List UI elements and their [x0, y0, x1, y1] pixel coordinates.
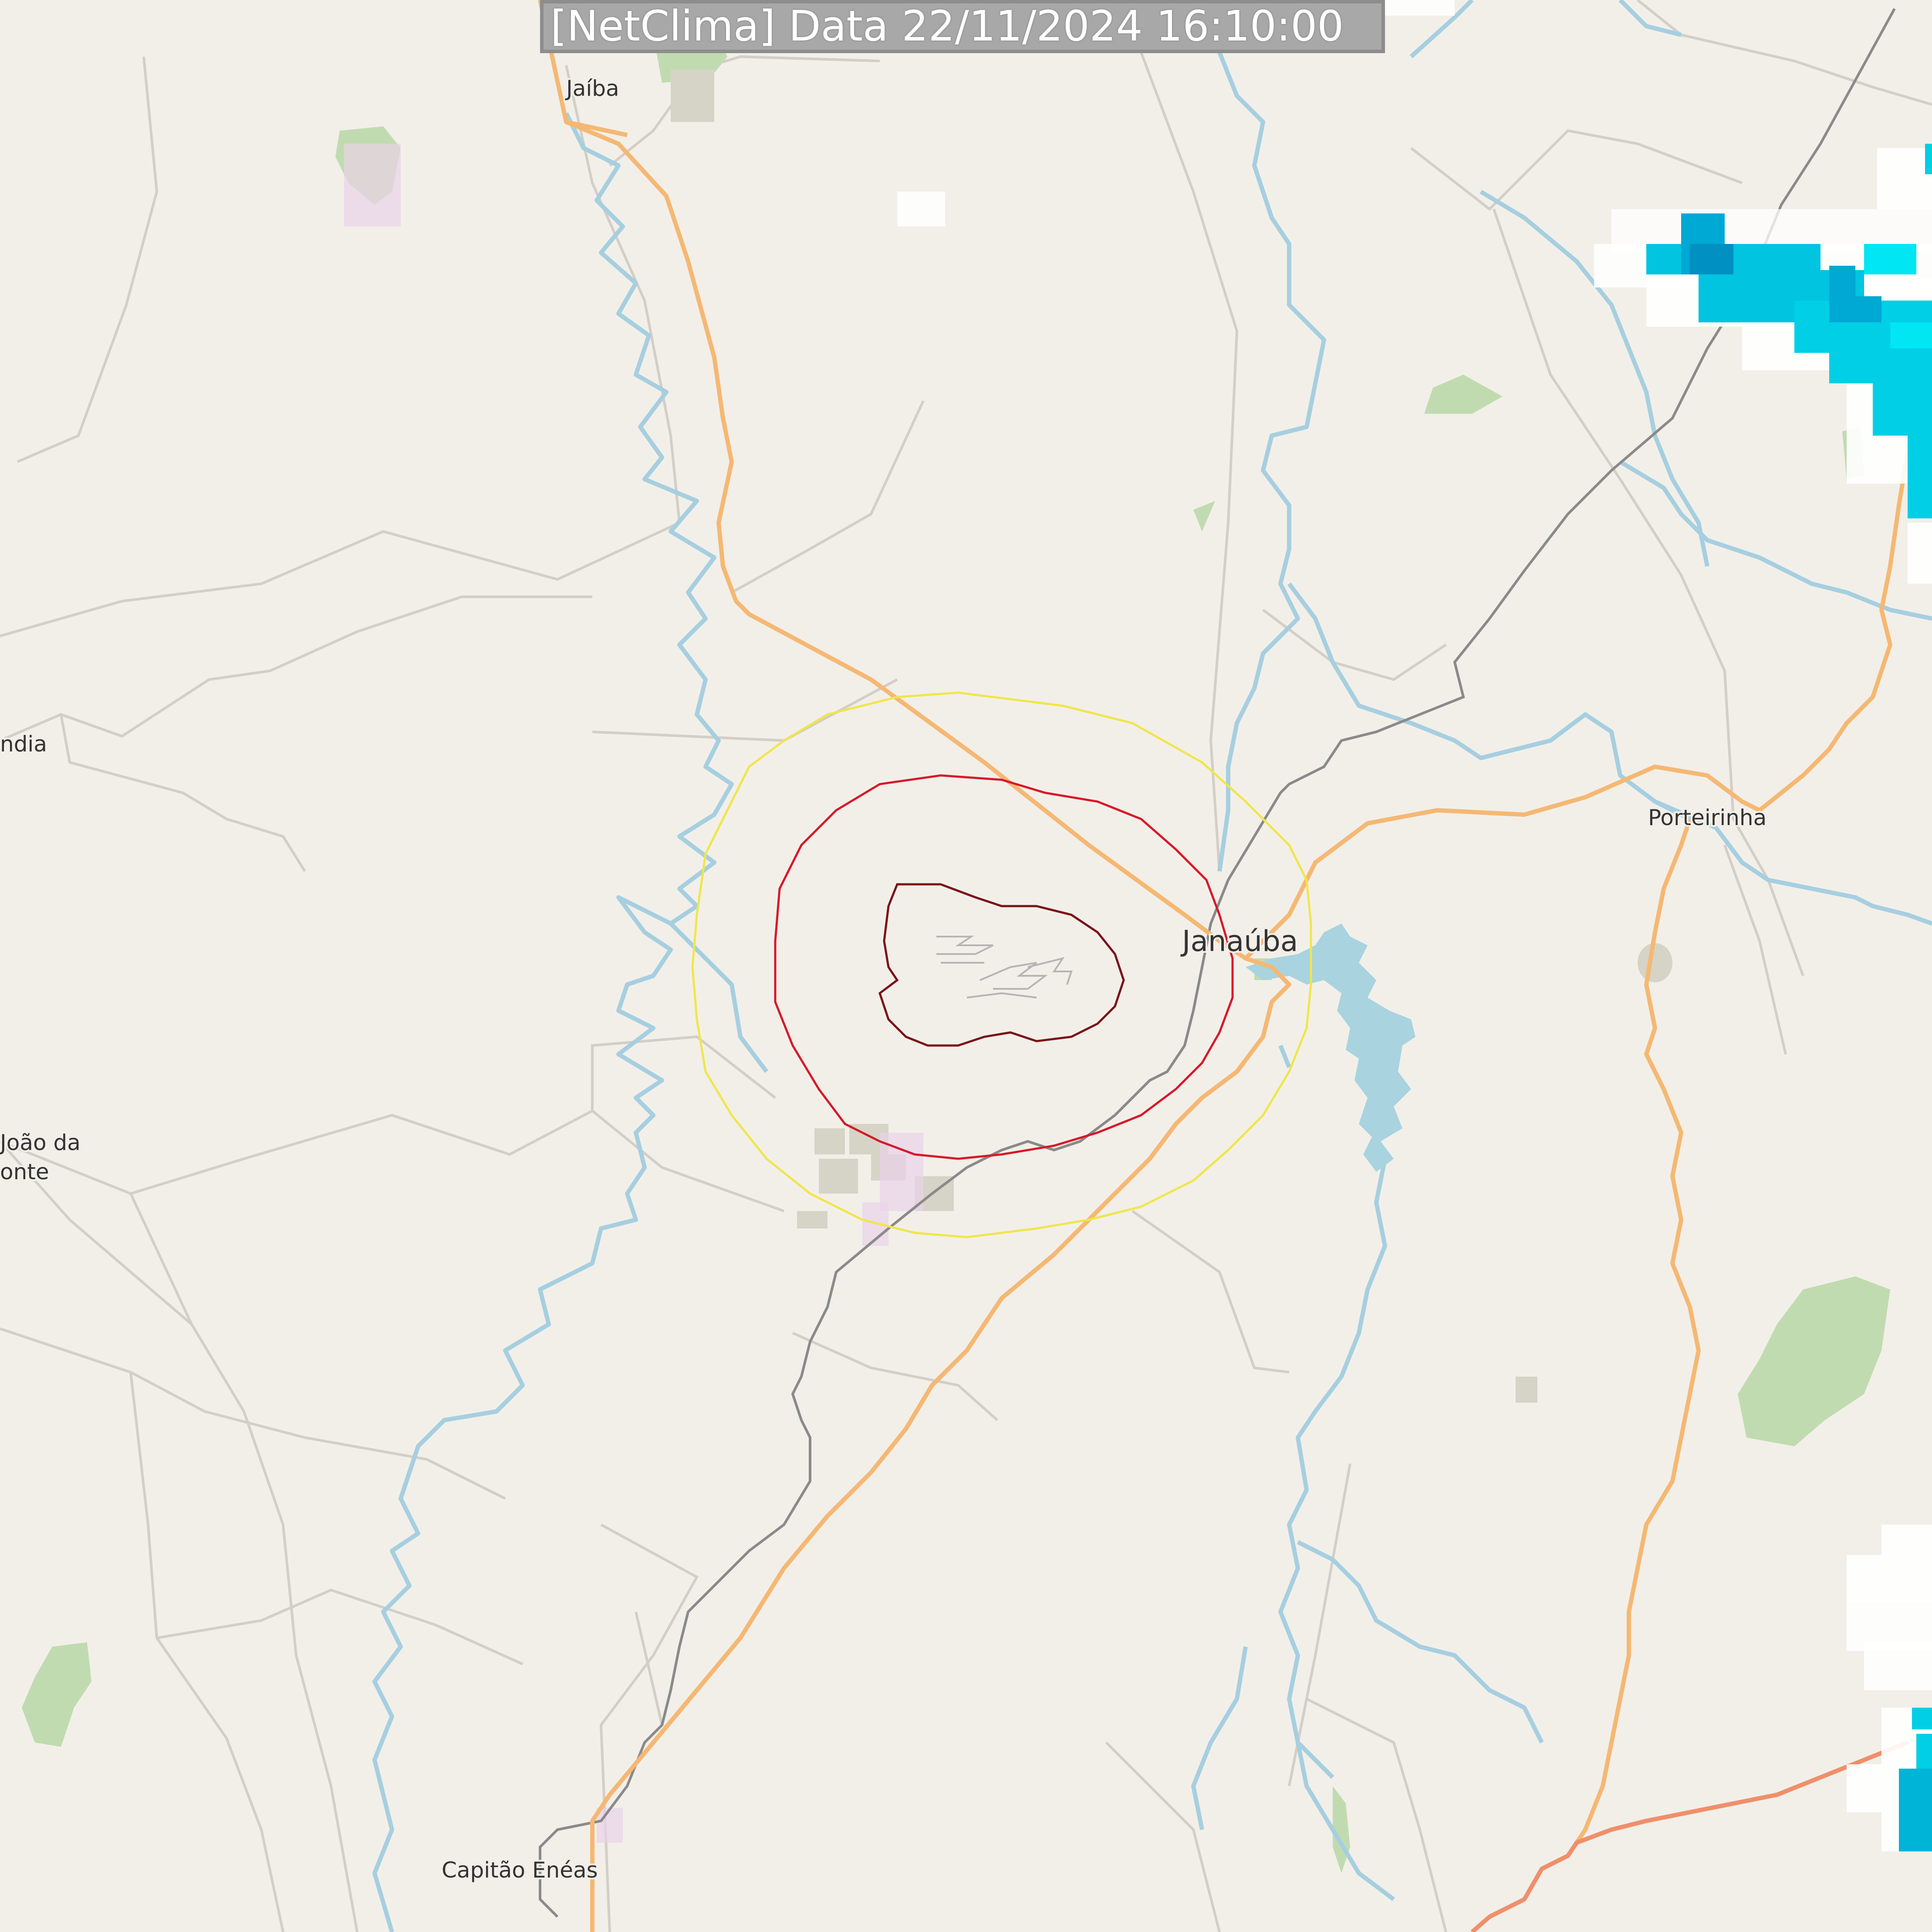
place-label-sao-joao-line2: onte [0, 1159, 49, 1184]
place-label-left-edge: ndia [0, 731, 47, 757]
map-canvas: Jaíba Janaúba Porteirinha Capitão Enéas … [0, 0, 1932, 1932]
place-label-janauba: Janaúba [1180, 924, 1298, 958]
map-view[interactable]: Jaíba Janaúba Porteirinha Capitão Enéas … [0, 0, 1932, 1932]
place-label-sao-joao-line1: João da [0, 1130, 81, 1155]
place-label-jaiba: Jaíba [565, 76, 619, 101]
timestamp-banner: [NetClima] Data 22/11/2024 16:10:00 [540, 0, 1385, 53]
place-label-porteirinha: Porteirinha [1648, 805, 1766, 830]
place-label-capitao-eneas: Capitão Enéas [442, 1858, 598, 1883]
